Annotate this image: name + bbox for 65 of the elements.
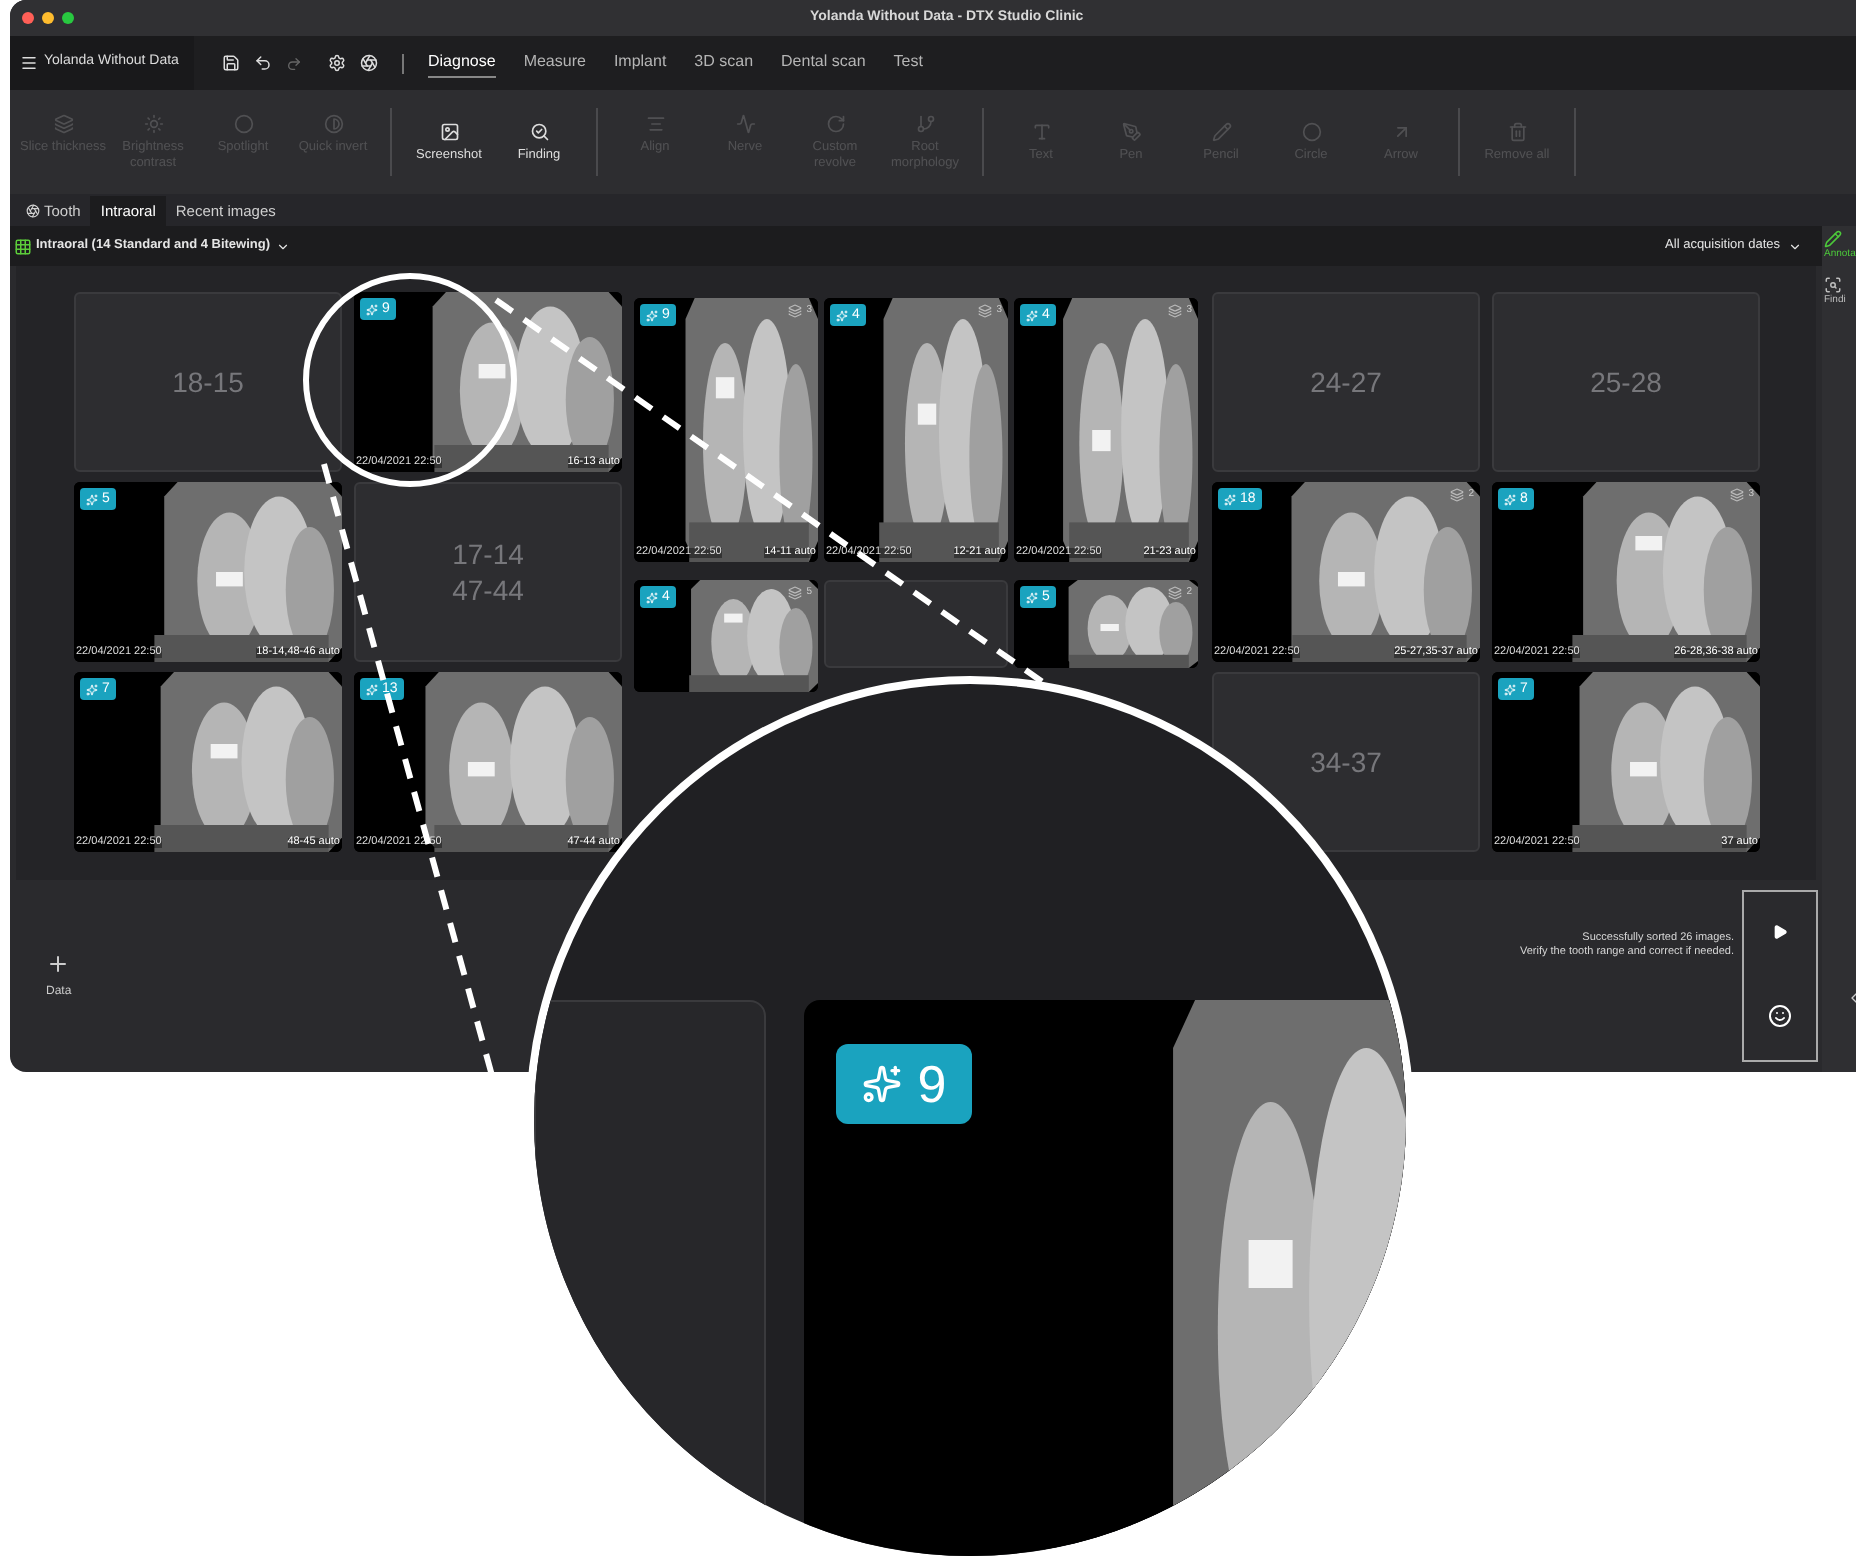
layers-icon: [978, 304, 993, 318]
tooth-range: 18-15: [172, 364, 244, 400]
module-tab[interactable]: Measure: [523, 50, 586, 76]
minimize-button[interactable]: [42, 12, 54, 24]
plus-icon: [46, 951, 71, 975]
redo-icon[interactable]: [286, 55, 302, 71]
pen-icon: [1121, 121, 1141, 141]
circle-icon: [233, 113, 253, 133]
undo-icon[interactable]: [254, 54, 272, 72]
pulse-icon: [735, 113, 755, 133]
module-tab[interactable]: Dental scan: [781, 50, 866, 76]
sparkle-icon: [646, 591, 658, 603]
tooth-range: 17-14: [452, 536, 524, 572]
tooth-range: 34-37: [1310, 744, 1382, 780]
sparkle-icon: [1504, 683, 1516, 695]
sparkle-icon: [86, 493, 98, 505]
sparkle-icon: [1026, 591, 1038, 603]
tooth-range: 24-27: [1310, 364, 1382, 400]
rotate-icon: [825, 113, 845, 133]
sparkle-icon: [1224, 493, 1236, 505]
series-icon: [14, 237, 32, 255]
module-tab[interactable]: Diagnose: [428, 49, 496, 77]
chevron-down-icon: [276, 239, 291, 253]
sparkle-icon: [1504, 493, 1516, 505]
module-tab[interactable]: Implant: [613, 50, 667, 76]
layers-icon: [1168, 586, 1183, 600]
aperture-icon[interactable]: [360, 54, 378, 72]
tooth-range: 47-44: [452, 572, 524, 608]
layers-icon: [1450, 488, 1465, 502]
contrast-icon: [323, 113, 343, 133]
sparkle-icon: [646, 309, 658, 321]
layers-icon: [788, 304, 803, 318]
text-icon: [1031, 121, 1051, 141]
close-button[interactable]: [22, 12, 34, 24]
save-icon[interactable]: [222, 54, 240, 72]
sparkle-icon: [86, 683, 98, 695]
sparkle-icon: [836, 309, 848, 321]
pencil-icon: [1211, 121, 1231, 141]
layers-icon: [788, 586, 803, 600]
trash-icon: [1507, 121, 1527, 141]
circle-icon: [1301, 121, 1321, 141]
arrow-icon: [1391, 121, 1411, 141]
sparkle-icon: [366, 303, 378, 315]
layers-icon: [1168, 304, 1183, 318]
align-icon: [645, 113, 665, 133]
module-tab[interactable]: 3D scan: [694, 50, 754, 76]
gear-icon[interactable]: [328, 54, 346, 72]
play-icon[interactable]: [1772, 924, 1788, 940]
pen-icon: [1824, 230, 1842, 248]
module-tab[interactable]: Test: [893, 50, 923, 76]
finding-count: 9: [917, 1058, 947, 1110]
sparkle-icon: [1026, 309, 1038, 321]
layers-icon: [1730, 488, 1745, 502]
branch-icon: [915, 113, 935, 133]
magnifier-icon: [529, 121, 549, 141]
menu-icon: [20, 54, 38, 72]
layers-icon: [53, 113, 73, 133]
empty-slot[interactable]: [824, 580, 1008, 668]
chevron-down-icon: [1788, 239, 1802, 253]
image-icon: [439, 121, 459, 141]
sparkle-icon: [366, 683, 378, 695]
tooth-range: 25-28: [1590, 364, 1662, 400]
sparkle-icon: [861, 1064, 902, 1104]
zoom-button[interactable]: [62, 12, 74, 24]
magnifier-icon: [1824, 276, 1842, 294]
